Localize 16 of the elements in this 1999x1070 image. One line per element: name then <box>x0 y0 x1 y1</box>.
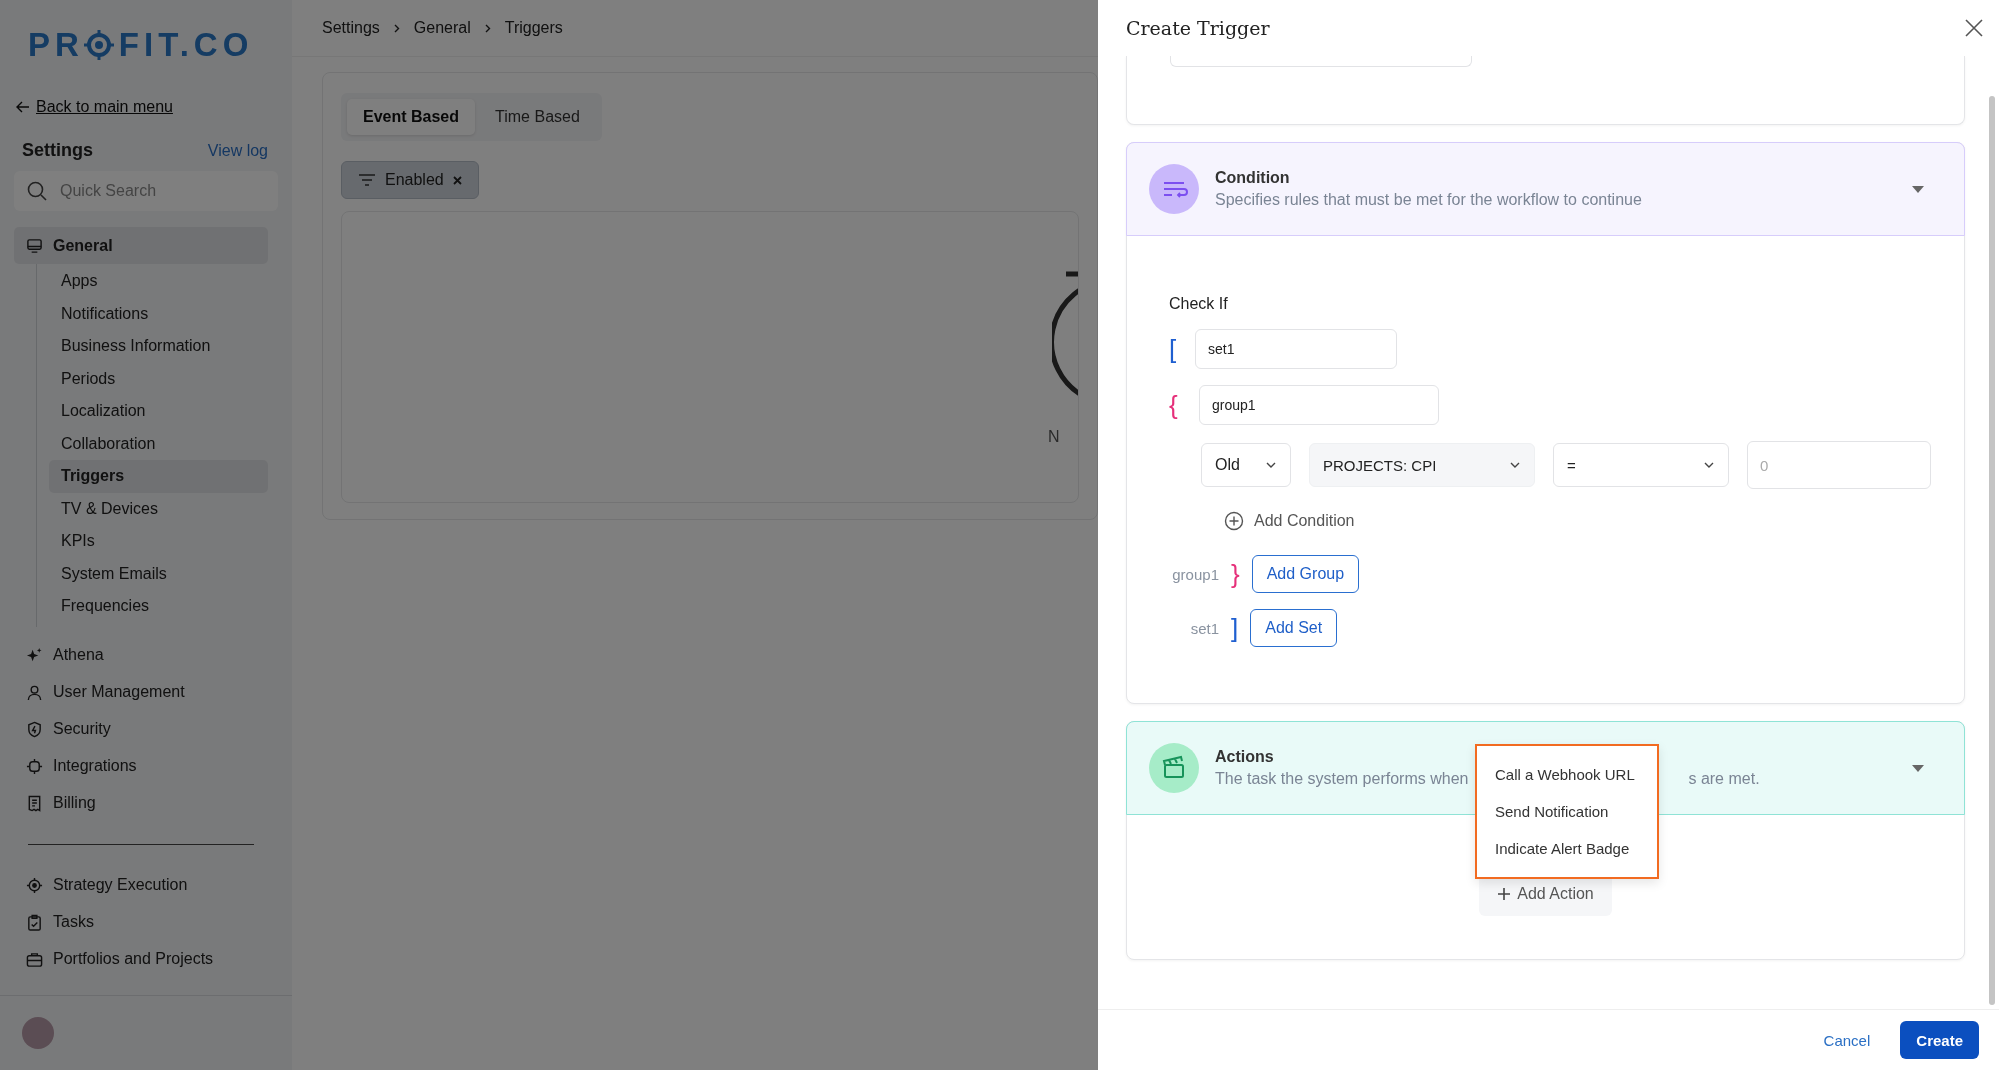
section-title: Condition <box>1215 169 1291 187</box>
section-description: The task the system performs when <box>1215 770 1469 788</box>
logo: PR FIT.CO <box>28 26 254 64</box>
section-description: s are met. <box>1688 770 1760 788</box>
set-label: set1 <box>1189 619 1219 637</box>
drawer-title: Create Trigger <box>1126 17 1270 39</box>
brace-open: { <box>1169 389 1179 421</box>
check-if-label: Check If <box>1169 295 1229 313</box>
settings-heading: Settings <box>22 140 93 161</box>
empty-message: N <box>1048 428 1060 446</box>
bracket-open: [ <box>1169 333 1178 365</box>
bracket-close: ] <box>1231 612 1239 644</box>
section-title: Actions <box>1215 748 1275 766</box>
group-label: group1 <box>1171 565 1219 583</box>
section-description: Specifies rules that must be met for the workflow to continue <box>1215 191 1643 209</box>
brace-close: } <box>1231 558 1240 590</box>
